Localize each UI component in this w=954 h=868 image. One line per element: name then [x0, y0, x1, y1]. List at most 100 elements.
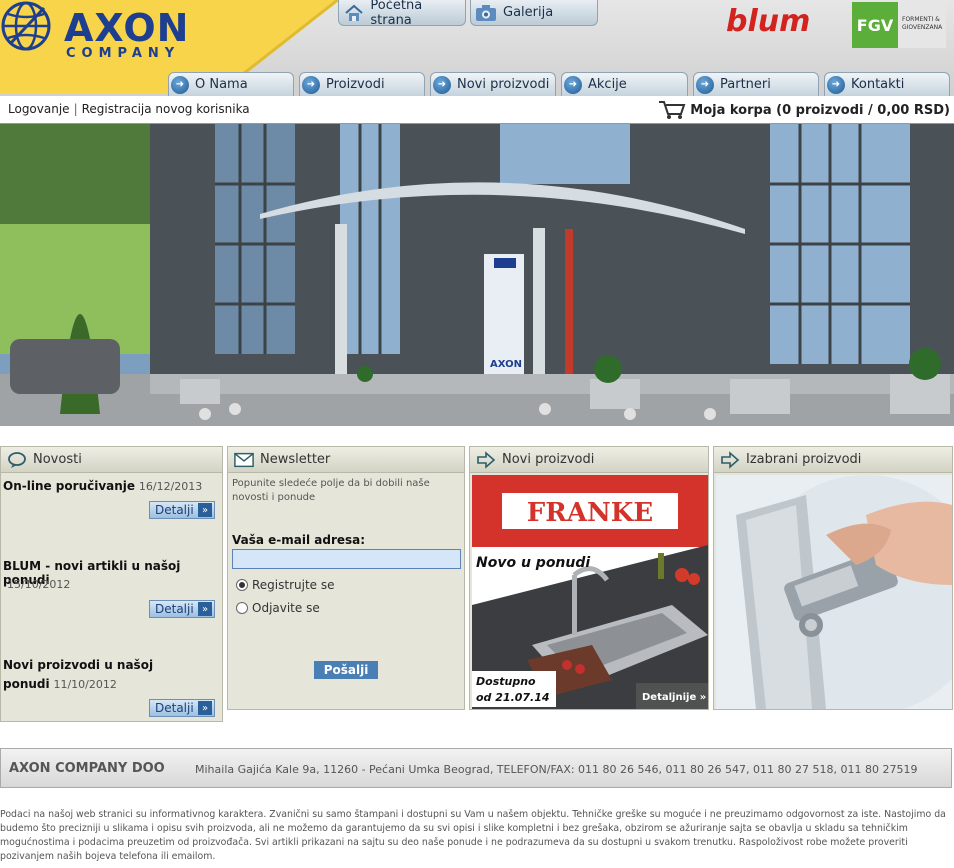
footer-company: AXON COMPANY DOO: [9, 761, 165, 776]
building-photo: AXON: [0, 124, 954, 426]
footer-disclaimer: Podaci na našoj web stranici su informat…: [0, 809, 946, 862]
arrow-right-icon: ➜: [564, 75, 582, 94]
subscribe-radio[interactable]: Registrujte se: [236, 578, 335, 592]
news-item[interactable]: Novi proizvodi u našoj: [3, 658, 153, 672]
logo-subtext: COMPANY: [66, 46, 181, 61]
radio-selected-icon: [236, 579, 248, 591]
promo-details-link[interactable]: Detaljnije »: [642, 692, 706, 703]
unsubscribe-radio-label: Odjavite se: [252, 601, 320, 615]
arrow-outline-icon: [720, 450, 740, 469]
arrow-right-icon: ➜: [302, 75, 320, 94]
nav-tab-akcije[interactable]: ➜ Akcije: [561, 72, 688, 96]
nav-tab-label: Kontakti: [851, 77, 905, 92]
details-button[interactable]: Detalji »: [149, 501, 215, 519]
login-link[interactable]: Logovanje: [8, 102, 70, 116]
hinge-image: [716, 475, 952, 709]
account-bar: Logovanje | Registracija novog korisnika M…: [0, 96, 954, 124]
nav-tab-novi-proizvodi[interactable]: ➜ Novi proizvodi: [430, 72, 556, 96]
nav-tab-proizvodi[interactable]: ➜ Proizvodi: [299, 72, 425, 96]
franke-promo[interactable]: FRANKE Novo u ponudi Dostupno od 21.07.1…: [472, 475, 708, 709]
register-link[interactable]: Registracija novog korisnika: [82, 102, 250, 116]
globe-icon: [1, 1, 51, 51]
nav-tab-label: Akcije: [588, 77, 627, 92]
banner-sign-text: AXON: [490, 359, 522, 370]
newsletter-intro: Popunite sledeće polje da bi dobili naše…: [232, 478, 430, 503]
link-divider: |: [73, 102, 78, 116]
nav-tab-label: Partneri: [720, 77, 771, 92]
chevron-right-icon: »: [198, 701, 212, 715]
new-products-panel-title: Novi proizvodi: [502, 452, 595, 467]
home-button[interactable]: Početna strana: [338, 0, 466, 28]
news-item-date-row: ponudi 11/10/2012: [3, 677, 117, 691]
newsletter-panel: Newsletter Popunite sledeće polje da bi …: [227, 446, 465, 710]
nav-tab-kontakti[interactable]: ➜ Kontakti: [824, 72, 950, 96]
details-button-label: Detalji: [155, 701, 194, 715]
fgv-logo[interactable]: FGV FORMENTI & GIOVENZANA: [852, 2, 946, 48]
chevron-right-icon: »: [198, 602, 212, 616]
arrow-right-icon: ➜: [827, 75, 845, 94]
submit-button[interactable]: Pošalji: [314, 661, 378, 679]
featured-product[interactable]: [716, 475, 952, 709]
promo-available-line1: Dostupno: [476, 675, 536, 688]
arrow-right-icon: ➜: [696, 75, 714, 94]
new-products-panel-header: Novi proizvodi: [470, 447, 708, 473]
account-links: Logovanje | Registracija novog korisnika: [8, 102, 250, 116]
promo-headline: Novo u ponudi: [476, 555, 590, 571]
franke-logo-text: FRANKE: [527, 498, 653, 528]
news-panel: Novosti On-line poručivanje 16/12/2013 D…: [0, 446, 223, 722]
featured-panel: Izabrani proizvodi: [713, 446, 953, 710]
nav-tab-label: Novi proizvodi: [457, 77, 550, 92]
blum-logo[interactable]: blum: [726, 4, 810, 39]
nav-tab-label: O Nama: [195, 77, 248, 92]
fgv-logo-text: FORMENTI & GIOVENZANA: [902, 16, 943, 31]
subscribe-radio-label: Registrujte se: [252, 578, 335, 592]
footer-bar: AXON COMPANY DOO Mihaila Gajića Kale 9a,…: [0, 748, 952, 788]
nav-tab-partneri[interactable]: ➜ Partneri: [693, 72, 819, 96]
unsubscribe-radio[interactable]: Odjavite se: [236, 601, 320, 615]
footer-address: Mihaila Gajića Kale 9a, 11260 - Pećani U…: [195, 763, 918, 776]
chevron-right-icon: »: [198, 503, 212, 517]
news-item-date: 16/12/2013: [138, 480, 203, 493]
email-label: Vaša e-mail adresa:: [232, 533, 366, 547]
radio-empty-icon: [236, 602, 248, 614]
arrow-right-icon: ➜: [171, 75, 189, 94]
details-button[interactable]: Detalji »: [149, 699, 215, 717]
franke-sink-image: FRANKE Novo u ponudi Dostupno od 21.07.1…: [472, 475, 708, 709]
main-nav: ➜ O Nama ➜ Proizvodi ➜ Novi proizvodi ➜ …: [168, 72, 954, 96]
details-button[interactable]: Detalji »: [149, 600, 215, 618]
speech-bubble-icon: [7, 451, 27, 469]
details-button-label: Detalji: [155, 602, 194, 616]
details-button-label: Detalji: [155, 503, 194, 517]
logo-text: AXON: [64, 6, 190, 50]
gallery-button-label: Galerija: [503, 5, 554, 20]
news-item-title: Novi proizvodi u našoj: [3, 658, 154, 672]
cart-link[interactable]: Moja korpa (0 proizvodi / 0,00 RSD): [658, 100, 950, 120]
news-item-title-cont: ponudi: [3, 677, 50, 691]
news-panel-title: Novosti: [33, 452, 82, 467]
arrow-right-icon: ➜: [433, 75, 451, 94]
newsletter-panel-title: Newsletter: [260, 452, 331, 467]
nav-tab-label: Proizvodi: [326, 77, 385, 92]
gallery-button[interactable]: Galerija: [470, 0, 598, 26]
hero-banner: AXON: [0, 124, 954, 426]
fgv-logo-mark: FGV: [852, 2, 898, 48]
site-header: AXON COMPANY Početna strana Galerija blu…: [0, 0, 954, 96]
email-field[interactable]: [232, 549, 461, 569]
new-products-panel: Novi proizvodi FRANKE Novo u ponudi Dost…: [469, 446, 709, 710]
newsletter-panel-header: Newsletter: [228, 447, 464, 473]
home-icon: [343, 3, 364, 23]
news-item-date: 15/10/2012: [7, 578, 71, 591]
envelope-icon: [234, 451, 254, 469]
news-item-title: On-line poručivanje: [3, 479, 136, 493]
home-button-label: Početna strana: [370, 0, 423, 28]
news-item[interactable]: On-line poručivanje 16/12/2013: [3, 479, 202, 493]
cart-icon: [658, 100, 686, 120]
featured-panel-title: Izabrani proizvodi: [746, 452, 862, 467]
news-panel-header: Novosti: [1, 447, 222, 473]
featured-panel-header: Izabrani proizvodi: [714, 447, 952, 473]
arrow-outline-icon: [476, 450, 496, 469]
camera-icon: [475, 3, 497, 23]
nav-tab-o-nama[interactable]: ➜ O Nama: [168, 72, 294, 96]
promo-available-line2: od 21.07.14: [476, 691, 550, 704]
cart-summary: Moja korpa (0 proizvodi / 0,00 RSD): [690, 102, 950, 118]
